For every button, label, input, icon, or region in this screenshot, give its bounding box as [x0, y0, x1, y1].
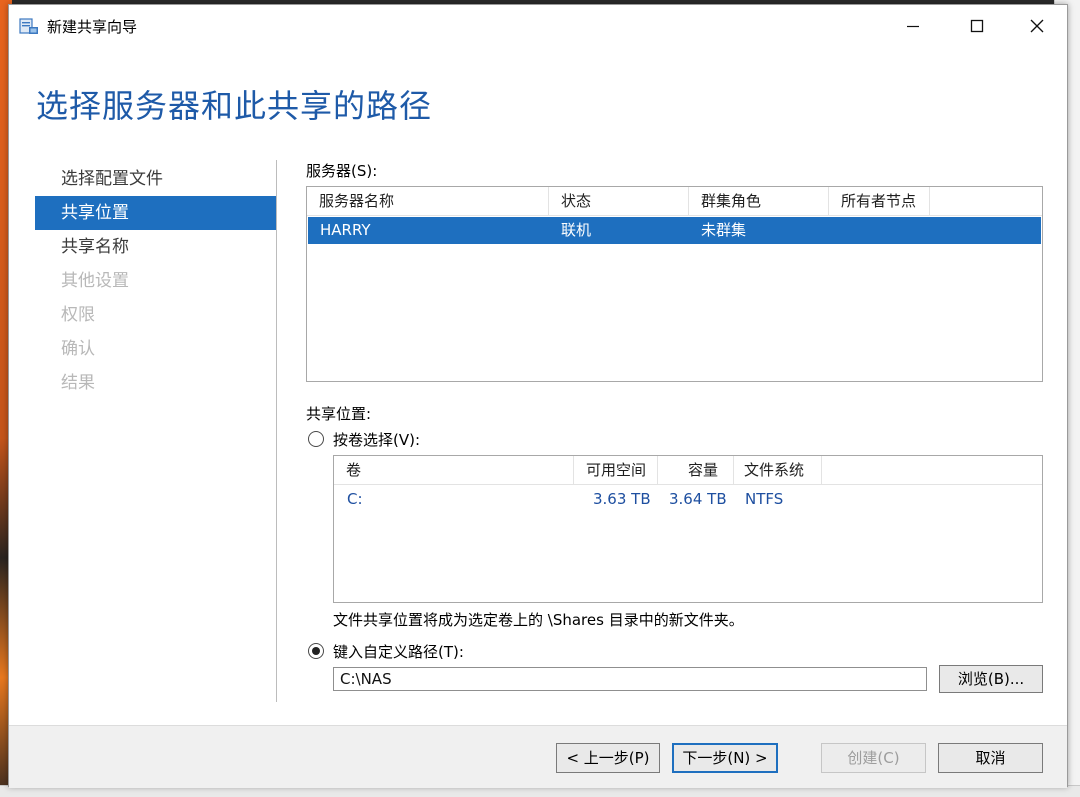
maximize-icon [970, 19, 984, 33]
column-owner-node[interactable]: 所有者节点 [829, 187, 930, 216]
server-cluster-role-cell: 未群集 [701, 221, 747, 239]
previous-button[interactable]: < 上一步(P) [556, 743, 660, 773]
by-volume-label[interactable]: 按卷选择(V): [333, 429, 420, 450]
servers-list[interactable]: 服务器名称 状态 群集角色 所有者节点 HARRY 联机 未群集 [306, 186, 1043, 382]
page-title: 选择服务器和此共享的路径 [36, 87, 433, 125]
new-share-wizard-window: 新建共享向导 选择服务器和此共享的路径 选择配置文件 共享位置 共享名称 其他设… [8, 4, 1068, 788]
nav-item-share-name[interactable]: 共享名称 [35, 230, 276, 264]
window-title: 新建共享向导 [47, 18, 138, 36]
create-button: 创建(C) [821, 743, 926, 773]
column-volume[interactable]: 卷 [334, 456, 574, 485]
server-status-cell: 联机 [561, 221, 592, 239]
column-free-space[interactable]: 可用空间 [574, 456, 658, 485]
volumes-list[interactable]: 卷 可用空间 容量 文件系统 C: 3.63 TB 3.64 TB NTFS [333, 455, 1043, 603]
column-server-name[interactable]: 服务器名称 [307, 187, 549, 216]
nav-item-share-location[interactable]: 共享位置 [35, 196, 276, 230]
nav-item-confirmation: 确认 [61, 339, 95, 359]
table-row[interactable]: C: 3.63 TB 3.64 TB NTFS [335, 486, 1041, 513]
wizard-app-icon [19, 16, 39, 36]
custom-path-radio[interactable] [308, 643, 324, 659]
column-file-system[interactable]: 文件系统 [734, 456, 822, 485]
nav-divider [276, 160, 277, 702]
minimize-button[interactable] [881, 5, 945, 47]
custom-path-input[interactable]: C:\NAS [333, 667, 927, 691]
server-name-cell: HARRY [320, 221, 371, 239]
capacity-cell: 3.64 TB [669, 490, 727, 508]
column-status[interactable]: 状态 [549, 187, 689, 216]
column-cluster-role[interactable]: 群集角色 [689, 187, 829, 216]
server-owner-node-cell [829, 217, 969, 244]
nav-item-results: 结果 [61, 373, 95, 393]
next-button[interactable]: 下一步(N) > [672, 743, 778, 773]
volumes-list-header: 卷 可用空间 容量 文件系统 [334, 456, 1042, 485]
servers-list-header: 服务器名称 状态 群集角色 所有者节点 [307, 187, 1042, 216]
file-system-cell: NTFS [745, 490, 784, 508]
nav-item-select-profile[interactable]: 选择配置文件 [35, 162, 276, 196]
column-capacity[interactable]: 容量 [658, 456, 734, 485]
close-icon [1030, 19, 1044, 33]
share-location-label: 共享位置: [306, 405, 372, 423]
nav-item-permissions: 权限 [61, 305, 95, 325]
nav-item-other-settings: 其他设置 [61, 271, 129, 291]
servers-label: 服务器(S): [306, 162, 378, 180]
wizard-steps-nav: 选择配置文件 共享位置 共享名称 其他设置 权限 确认 结果 [35, 162, 276, 400]
cancel-button[interactable]: 取消 [938, 743, 1043, 773]
volume-cell: C: [347, 490, 363, 508]
shares-folder-note: 文件共享位置将成为选定卷上的 \Shares 目录中的新文件夹。 [333, 611, 744, 629]
free-space-cell: 3.63 TB [593, 490, 651, 508]
close-button[interactable] [1005, 5, 1069, 47]
by-volume-radio[interactable] [308, 431, 324, 447]
maximize-button[interactable] [945, 5, 1009, 47]
custom-path-label[interactable]: 键入自定义路径(T): [333, 641, 464, 662]
minimize-icon [907, 25, 919, 28]
browse-button[interactable]: 浏览(B)... [939, 665, 1043, 693]
table-row[interactable]: HARRY 联机 未群集 [308, 217, 1041, 244]
title-bar[interactable]: 新建共享向导 [9, 5, 1067, 47]
